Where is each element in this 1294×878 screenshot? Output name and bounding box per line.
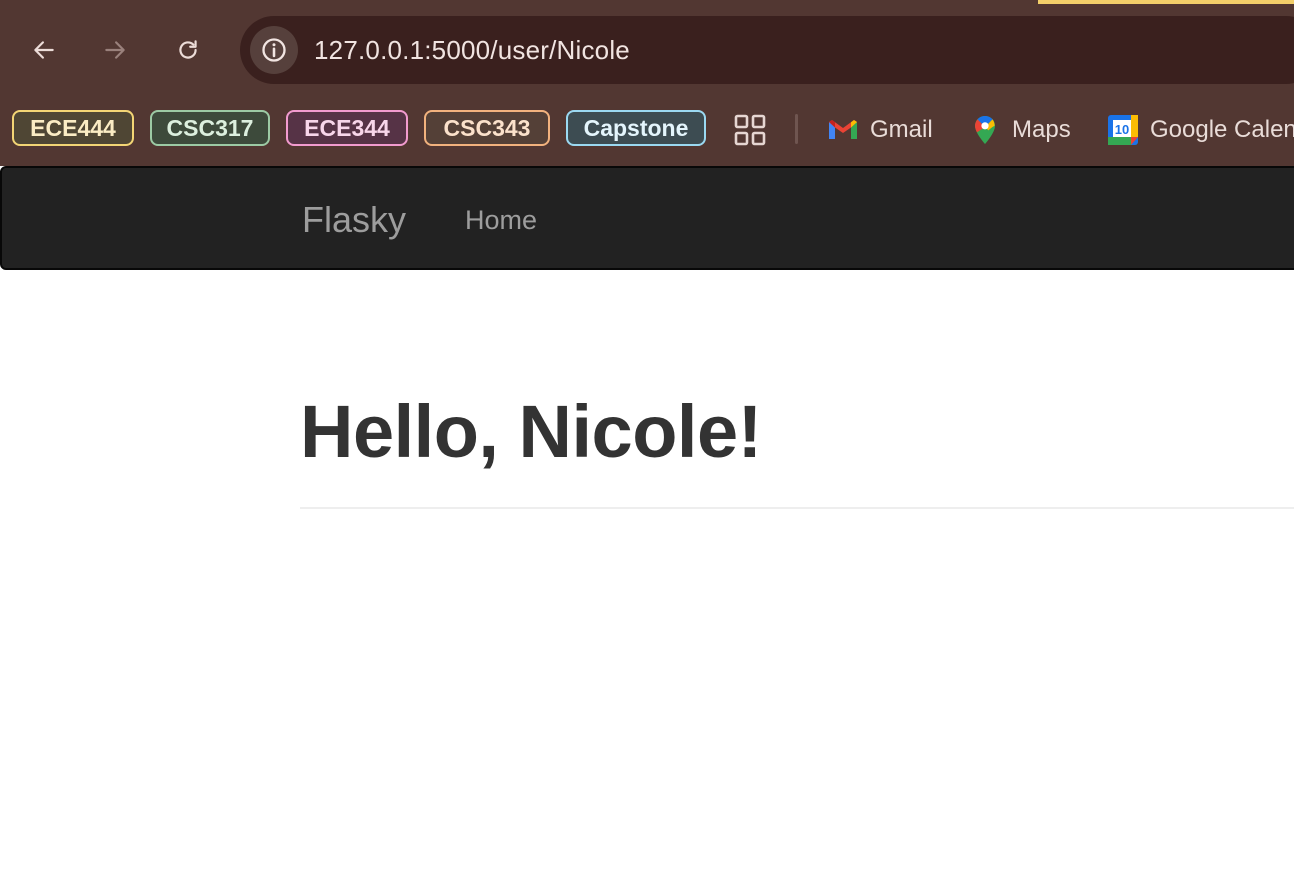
browser-chrome: 127.0.0.1:5000/user/Nicole ECE444 CSC317… bbox=[0, 0, 1294, 166]
gmail-icon bbox=[826, 113, 860, 147]
bookmark-capstone[interactable]: Capstone bbox=[566, 110, 706, 146]
site-info-button[interactable] bbox=[250, 26, 298, 74]
maps-icon bbox=[968, 113, 1002, 147]
bookmark-label: Capstone bbox=[583, 115, 689, 141]
forward-button[interactable] bbox=[97, 32, 133, 68]
nav-link-home[interactable]: Home bbox=[465, 168, 537, 268]
url-text[interactable]: 127.0.0.1:5000/user/Nicole bbox=[314, 16, 630, 84]
bookmark-label: Maps bbox=[1012, 116, 1071, 143]
header-divider bbox=[300, 507, 1294, 509]
bookmark-csc343[interactable]: CSC343 bbox=[424, 110, 550, 146]
arrow-left-icon bbox=[34, 41, 54, 59]
bookmark-ece344[interactable]: ECE344 bbox=[286, 110, 408, 146]
info-icon bbox=[262, 38, 286, 62]
page-title: Hello, Nicole! bbox=[300, 390, 762, 473]
page-header: Hello, Nicole! bbox=[300, 380, 1294, 484]
browser-toolbar: 127.0.0.1:5000/user/Nicole bbox=[0, 14, 1294, 86]
site-navbar: Flasky Home bbox=[0, 166, 1294, 270]
apps-grid-icon[interactable] bbox=[734, 114, 766, 146]
bookmark-label: ECE344 bbox=[304, 115, 390, 141]
bookmark-label: ECE444 bbox=[30, 115, 116, 141]
bookmark-label: CSC343 bbox=[443, 115, 531, 141]
bookmark-ece444[interactable]: ECE444 bbox=[12, 110, 134, 146]
bookmark-csc317[interactable]: CSC317 bbox=[150, 110, 270, 146]
bookmark-label: Google Calen bbox=[1150, 116, 1294, 143]
bookmarks-bar: ECE444 CSC317 ECE344 CSC343 Capstone Gma… bbox=[0, 108, 1294, 152]
arrow-right-icon bbox=[105, 41, 125, 59]
address-bar[interactable]: 127.0.0.1:5000/user/Nicole bbox=[240, 16, 1294, 84]
active-tab-indicator bbox=[1038, 0, 1294, 4]
navbar-brand[interactable]: Flasky bbox=[302, 168, 406, 268]
calendar-date: 10 bbox=[1115, 122, 1129, 137]
bookmark-label: Gmail bbox=[870, 116, 933, 143]
bookmark-label: CSC317 bbox=[166, 115, 254, 141]
reload-icon bbox=[179, 40, 197, 59]
back-button[interactable] bbox=[26, 32, 62, 68]
bookmarks-divider bbox=[795, 114, 798, 144]
bookmark-maps[interactable]: Maps bbox=[968, 110, 1071, 150]
reload-button[interactable] bbox=[170, 32, 206, 68]
bookmark-google-calendar[interactable]: 10 Google Calen bbox=[1106, 110, 1294, 150]
bookmark-gmail[interactable]: Gmail bbox=[826, 110, 933, 150]
google-calendar-icon: 10 bbox=[1106, 113, 1140, 147]
